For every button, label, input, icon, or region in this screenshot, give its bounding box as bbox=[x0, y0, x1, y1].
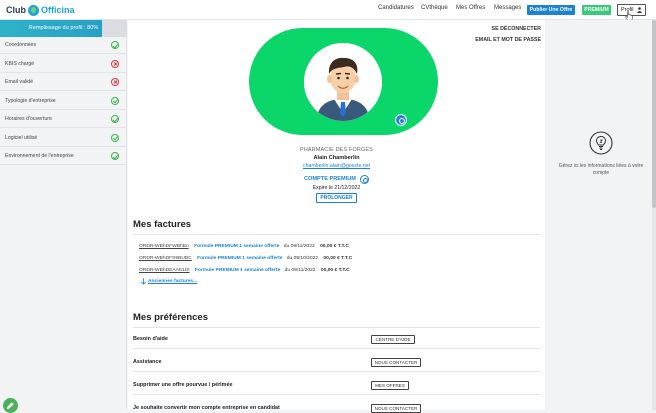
invoice-label: Formule PREMIUM 1 semaine offerte bbox=[194, 268, 281, 273]
help-fab-button[interactable] bbox=[3, 398, 18, 413]
progress-label: Remplissage du profil : 80% bbox=[28, 25, 99, 31]
invoice-row: ORDR-WBhDEAAE1tS Formule PREMIUM 1 semai… bbox=[139, 268, 350, 273]
logo-text-right: Officina bbox=[41, 5, 75, 15]
sidebar-step-label: Typologie d'entreprise bbox=[5, 97, 56, 104]
extend-button[interactable]: PROLONGER bbox=[316, 193, 357, 203]
invoice-date: du 09/11/2022 bbox=[283, 244, 315, 249]
error-circle-icon bbox=[111, 59, 119, 68]
check-circle-icon bbox=[111, 133, 119, 142]
invoice-row: ORDR-WBhDFWBhBo Formule PREMIUM 1 semain… bbox=[139, 244, 349, 249]
info-panel: Gérez ici les informations liées à votre… bbox=[546, 20, 656, 410]
sidebar-step-item[interactable]: Coordonnées bbox=[0, 37, 127, 54]
invoice-label: Formule PREMIUM 1 semaine offerte bbox=[194, 244, 280, 249]
check-circle-icon bbox=[111, 41, 119, 49]
pref-divider bbox=[133, 371, 540, 372]
pref-assistance-label: Assistance bbox=[133, 359, 162, 365]
sidebar-step-label: Coordonnées bbox=[5, 42, 37, 48]
invoice-label: Formule PREMIUM 1 semaine offerte bbox=[197, 256, 283, 261]
pharmacy-name: PHARMACIE DES FORGES bbox=[300, 147, 373, 153]
sidebar-step-item[interactable]: Typologie d'entreprise bbox=[0, 93, 127, 110]
sidebar-step-label: Environnement de l'entreprise bbox=[5, 153, 74, 159]
top-header: Club Officina Candidatures CVthèque Mes … bbox=[0, 0, 656, 21]
logout-link[interactable]: SE DÉCONNECTER bbox=[492, 26, 541, 32]
invoice-amount: 00,00 € T.T.C bbox=[320, 268, 350, 273]
sidebar-step-label: Email validé bbox=[5, 79, 33, 85]
profile-sidebar: Remplissage du profil : 80% Coordonnées K… bbox=[0, 20, 127, 413]
logo-mark-icon bbox=[28, 4, 39, 16]
avatar-illustration bbox=[304, 43, 382, 121]
sidebar-step-label: Logiciel utilisé bbox=[5, 134, 38, 141]
sidebar-step-label: Horaires d'ouverture bbox=[5, 116, 52, 122]
expiry-date: Expire le 21/12/2022 bbox=[312, 185, 361, 191]
nav-cvtheque[interactable]: CVthèque bbox=[421, 5, 448, 11]
pencil-icon bbox=[6, 402, 14, 410]
error-circle-icon bbox=[111, 78, 119, 86]
sidebar-step-item[interactable]: Environnement de l'entreprise bbox=[0, 148, 127, 165]
help-center-button[interactable]: CENTRE D'AIDE bbox=[371, 335, 415, 344]
pref-divider bbox=[133, 348, 540, 349]
invoice-row: ORDR-WBhDFS9BUBC Formule PREMIUM 1 semai… bbox=[139, 256, 352, 261]
premium-button[interactable]: PREMIUM bbox=[582, 5, 611, 15]
scrollbar-thumb[interactable] bbox=[652, 20, 656, 208]
pref-delete-offer-label: Supprimer une offre pourvue / périmée bbox=[133, 382, 233, 388]
user-name: Alain Chamberlin bbox=[313, 155, 360, 161]
invoice-amount: 00,00 € T.T.C bbox=[320, 244, 349, 249]
nav-messages[interactable]: Messages bbox=[494, 5, 521, 11]
invoice-amount: 00,00 € T.T.C bbox=[323, 256, 353, 261]
account-type: COMPTE PREMIUM bbox=[304, 176, 356, 182]
invoices-title: Mes factures bbox=[133, 219, 192, 230]
lightbulb-icon bbox=[589, 131, 613, 155]
logo[interactable]: Club Officina bbox=[6, 3, 75, 17]
user-icon bbox=[637, 7, 642, 13]
change-photo-button[interactable] bbox=[395, 114, 407, 126]
invoice-code-link[interactable]: ORDR-WBhDFS9BUBC bbox=[139, 256, 192, 261]
arrow-down-icon bbox=[141, 278, 146, 285]
premium-badge-icon bbox=[360, 175, 369, 184]
check-circle-icon bbox=[111, 115, 119, 123]
profile-progress-bar: Remplissage du profil : 80% bbox=[0, 20, 127, 37]
my-offers-button[interactable]: MES OFFRES bbox=[371, 381, 409, 390]
invoices-divider bbox=[133, 234, 540, 235]
pref-help-label: Besoin d'aide bbox=[133, 336, 168, 342]
email-password-link[interactable]: EMAIL ET MOT DE PASSE bbox=[475, 37, 541, 43]
sidebar-step-item[interactable]: KBIS chargé bbox=[0, 56, 127, 73]
info-text: Gérez ici les informations liées à votre… bbox=[558, 163, 644, 176]
older-invoices-link[interactable]: Anciennes factures... bbox=[148, 279, 197, 284]
sidebar-step-item[interactable]: Logiciel utilisé bbox=[0, 130, 127, 147]
invoice-code-link[interactable]: ORDR-WBhDEAAE1tS bbox=[139, 268, 190, 273]
nav-candidatures[interactable]: Candidatures bbox=[378, 5, 414, 11]
sidebar-step-label: KBIS chargé bbox=[5, 60, 35, 67]
nav-mes-offres[interactable]: Mes Offres bbox=[456, 5, 485, 11]
publish-offer-button[interactable]: Publier Une Offre bbox=[527, 5, 575, 15]
pref-convert-account-label: Je souhaite convertir mon compte entrepr… bbox=[133, 405, 280, 411]
check-circle-icon bbox=[111, 96, 119, 105]
logo-text-left: Club bbox=[6, 5, 26, 15]
pref-divider bbox=[133, 394, 540, 395]
contact-us-button[interactable]: NOUS CONTACTER bbox=[371, 358, 421, 367]
preferences-divider bbox=[133, 327, 540, 328]
preferences-title: Mes préférences bbox=[133, 312, 208, 323]
user-email-link[interactable]: chamberlin.alain@gosste.net bbox=[128, 163, 545, 169]
check-circle-icon bbox=[111, 152, 119, 160]
sidebar-step-item[interactable]: Email validé bbox=[0, 74, 127, 91]
avatar[interactable] bbox=[304, 43, 382, 121]
invoice-date: du 09/11/2022 bbox=[284, 268, 316, 273]
invoice-code-link[interactable]: ORDR-WBhDFWBhBo bbox=[139, 244, 189, 249]
sidebar-step-item[interactable]: Horaires d'ouverture bbox=[0, 111, 127, 128]
invoice-date: du 09/10/2022 bbox=[286, 256, 319, 261]
account-main-panel: SE DÉCONNECTER EMAIL ET MOT DE PASSE PHA… bbox=[128, 20, 545, 413]
scrollbar[interactable] bbox=[652, 20, 656, 410]
contact-us-convert-button[interactable]: NOUS CONTACTER bbox=[371, 404, 421, 413]
